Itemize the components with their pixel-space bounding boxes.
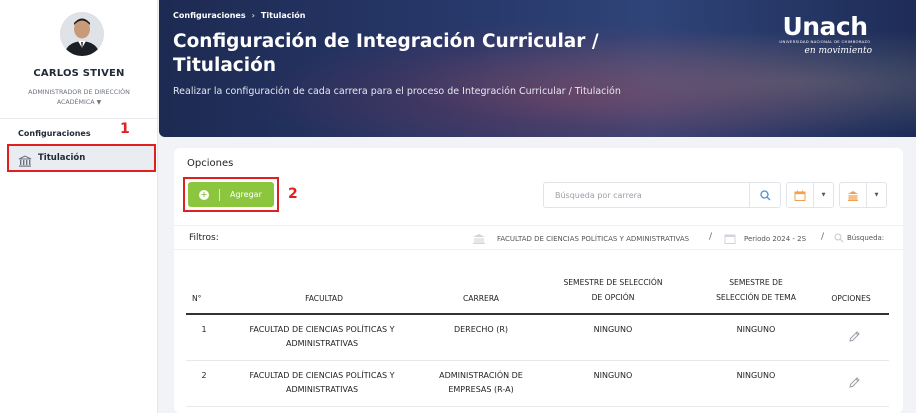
- sidebar-section-title: Configuraciones: [18, 129, 91, 138]
- search-icon: [834, 233, 844, 243]
- cell-career: ADMINISTRACIÓN DE EMPRESAS (R-A): [426, 369, 536, 397]
- cell-faculty-line1: FACULTAD DE CIENCIAS POLÍTICAS Y: [249, 371, 395, 380]
- column-header-semester-option-line1: SEMESTRE DE SELECCIÓN: [563, 278, 663, 287]
- breadcrumb-current: Titulación: [260, 11, 306, 20]
- annotation-marker-1: 1: [120, 121, 130, 137]
- cell-faculty: FACULTAD DE CIENCIAS POLÍTICAS Y ADMINIS…: [222, 369, 422, 397]
- logo-tagline: UNIVERSIDAD NACIONAL DE CHIMBORAZO: [779, 39, 871, 44]
- breadcrumb: Configuraciones › Titulación: [173, 11, 305, 20]
- filter-faculty-value: FACULTAD DE CIENCIAS POLÍTICAS Y ADMINIS…: [497, 234, 690, 243]
- user-role-line2: ACADÉMICA: [56, 99, 95, 106]
- cell-career-line1: ADMINISTRACIÓN DE: [439, 371, 523, 380]
- cell-semester-option: NINGUNO: [593, 371, 633, 380]
- cell-faculty-line2: ADMINISTRATIVAS: [285, 339, 359, 348]
- filter-period-value: Periodo 2024 - 2S: [744, 234, 807, 243]
- institution-dropdown[interactable]: ▼: [839, 182, 887, 208]
- sidebar-divider: [0, 118, 158, 119]
- cell-career-line2: EMPRESAS (R-A): [448, 385, 514, 394]
- column-header-semester-topic-line1: SEMESTRE DE: [729, 278, 783, 287]
- filter-search: Búsqueda:: [834, 233, 884, 243]
- logo-brand: Unach: [782, 12, 868, 41]
- filters-bar: Filtros: FACULTAD DE CIENCIAS POLÍTICAS …: [174, 225, 903, 250]
- cell-num: 1: [201, 325, 207, 334]
- options-card: Opciones + Agregar 2 ▼: [174, 148, 903, 413]
- filter-separator: /: [821, 232, 825, 242]
- button-separator: [219, 188, 220, 201]
- table-row: 2 FACULTAD DE CIENCIAS POLÍTICAS Y ADMIN…: [186, 361, 889, 407]
- institution-icon: [473, 234, 485, 244]
- user-role-line1: ADMINISTRADOR DE DIRECCIÓN: [28, 89, 130, 96]
- breadcrumb-root[interactable]: Configuraciones: [173, 11, 246, 20]
- caret-down-icon: ▼: [96, 99, 102, 106]
- filter-period: Periodo 2024 - 2S: [724, 233, 806, 244]
- column-header-semester-topic: SEMESTRE DE SELECCIÓN DE TEMA: [691, 275, 821, 305]
- cell-faculty-line1: FACULTAD DE CIENCIAS POLÍTICAS Y: [249, 325, 395, 334]
- add-button-highlight: + Agregar: [183, 177, 279, 212]
- sidebar: CARLOS STIVEN ADMINISTRADOR DE DIRECCIÓN…: [0, 0, 158, 413]
- filters-label: Filtros:: [189, 233, 219, 243]
- search-input[interactable]: [544, 183, 749, 207]
- page-subtitle: Realizar la configuración de cada carrer…: [173, 86, 621, 97]
- careers-table: N° FACULTAD CARRERA SEMESTRE DE SELECCIÓ…: [186, 266, 889, 407]
- cell-num: 2: [201, 371, 207, 380]
- cell-semester-topic: NINGUNO: [736, 371, 776, 380]
- calendar-dropdown[interactable]: ▼: [786, 182, 834, 208]
- search-icon: [759, 189, 770, 200]
- caret-down-icon: ▼: [821, 192, 826, 198]
- calendar-icon: [724, 234, 736, 244]
- cell-career-line1: DERECHO (R): [453, 325, 509, 334]
- unach-logo: Unach UNIVERSIDAD NACIONAL DE CHIMBORAZO…: [770, 12, 880, 56]
- table-row: 1 FACULTAD DE CIENCIAS POLÍTICAS Y ADMIN…: [186, 315, 889, 361]
- page-title: Configuración de Integración Curricular …: [173, 31, 599, 76]
- filter-separator: /: [709, 232, 713, 242]
- cell-semester-topic: NINGUNO: [736, 325, 776, 334]
- column-header-num: N°: [192, 294, 202, 303]
- annotation-marker-2: 2: [288, 186, 298, 202]
- search-box: [543, 182, 781, 208]
- column-header-semester-option: SEMESTRE DE SELECCIÓN DE OPCIÓN: [548, 275, 678, 305]
- filter-search-value: Búsqueda:: [847, 234, 885, 242]
- cell-faculty: FACULTAD DE CIENCIAS POLÍTICAS Y ADMINIS…: [222, 323, 422, 351]
- building-icon: [840, 183, 867, 207]
- column-header-career: CARRERA: [462, 294, 499, 303]
- header-banner: Configuraciones › Titulación Configuraci…: [159, 0, 916, 137]
- chevron-right-icon: ›: [251, 11, 255, 20]
- options-title: Opciones: [187, 158, 234, 169]
- cell-career: DERECHO (R): [426, 323, 536, 337]
- table-header: N° FACULTAD CARRERA SEMESTRE DE SELECCIÓ…: [186, 266, 889, 315]
- plus-icon: +: [199, 189, 209, 200]
- filter-faculty: FACULTAD DE CIENCIAS POLÍTICAS Y ADMINIS…: [472, 233, 689, 244]
- caret-down-icon: ▼: [874, 192, 879, 198]
- sidebar-item-titulacion[interactable]: Titulación: [7, 144, 156, 172]
- pencil-icon[interactable]: [848, 376, 861, 389]
- cell-semester-option: NINGUNO: [593, 325, 633, 334]
- column-header-semester-option-line2: DE OPCIÓN: [591, 293, 635, 302]
- add-button[interactable]: + Agregar: [188, 182, 274, 207]
- sidebar-item-label: Titulación: [38, 153, 86, 163]
- logo-slogan: en movimiento: [804, 46, 872, 56]
- add-button-label: Agregar: [230, 190, 262, 199]
- user-role[interactable]: ADMINISTRADOR DE DIRECCIÓN ACADÉMICA ▼: [14, 88, 144, 108]
- cell-faculty-line2: ADMINISTRATIVAS: [285, 385, 359, 394]
- column-header-faculty: FACULTAD: [305, 294, 343, 303]
- avatar[interactable]: [60, 12, 104, 56]
- search-button[interactable]: [749, 183, 780, 207]
- column-header-semester-topic-line2: SELECCIÓN DE TEMA: [716, 293, 796, 302]
- institution-icon: [18, 152, 32, 167]
- user-name: CARLOS STIVEN: [33, 68, 125, 79]
- calendar-icon: [787, 183, 814, 207]
- column-header-options: OPCIONES: [831, 294, 871, 303]
- pencil-icon[interactable]: [848, 330, 861, 343]
